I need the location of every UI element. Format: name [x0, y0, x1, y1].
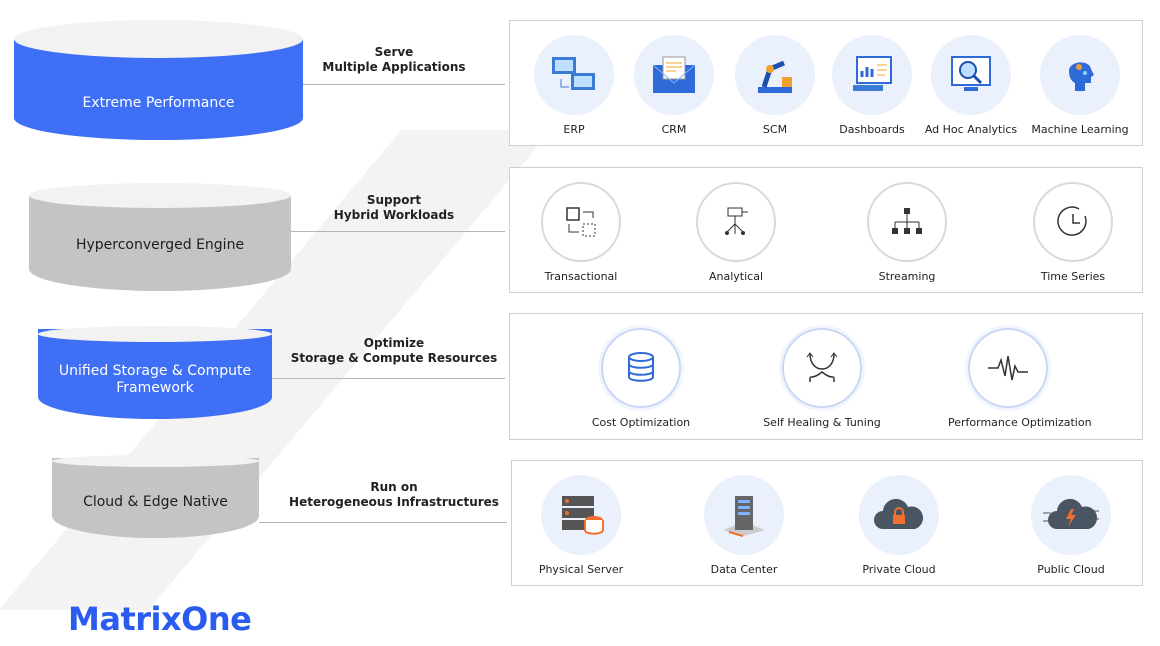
item-transactional: Transactional [521, 182, 641, 283]
item-performance-optimization: Performance Optimization [948, 328, 1092, 429]
item-cost-optimization: Cost Optimization [581, 328, 701, 429]
layer-cloud-edge-native: Cloud & Edge Native [52, 455, 259, 538]
coin-stack-icon [601, 328, 681, 408]
item-machine-learning: Machine Learning [1020, 35, 1140, 136]
matrixone-logo: MatrixOne [68, 600, 252, 638]
item-private-cloud: Private Cloud [839, 475, 959, 576]
scm-robot-arm-icon [735, 35, 815, 115]
item-physical-server: Physical Server [521, 475, 641, 576]
item-time-series: Time Series [1013, 182, 1133, 283]
erp-computers-icon [534, 35, 614, 115]
layer-unified-storage: Unified Storage & Compute Framework [38, 326, 272, 419]
connector-line [259, 522, 507, 523]
item-self-healing: Self Healing & Tuning [762, 328, 882, 429]
analytical-icon [696, 182, 776, 262]
ml-head-icon [1040, 35, 1120, 115]
private-cloud-icon [859, 475, 939, 555]
item-streaming: Streaming [847, 182, 967, 283]
hierarchy-icon [867, 182, 947, 262]
infrastructure-panel: Physical Server Data Center Private Clou… [511, 460, 1143, 586]
caption-serve: Serve Multiple Applications [322, 45, 466, 74]
data-center-icon [704, 475, 784, 555]
applications-panel: ERP CRM SCM Dashboards Ad Hoc Analytics … [509, 20, 1143, 146]
server-icon [541, 475, 621, 555]
waveform-icon [968, 328, 1048, 408]
workloads-panel: Transactional Analytical Streaming Time … [509, 167, 1143, 293]
item-analytical: Analytical [676, 182, 796, 283]
caption-run-on: Run on Heterogeneous Infrastructures [289, 480, 499, 509]
item-data-center: Data Center [684, 475, 804, 576]
connector-line [303, 84, 505, 85]
caption-support: Support Hybrid Workloads [333, 193, 455, 222]
item-public-cloud: Public Cloud [1011, 475, 1131, 576]
dashboard-icon [832, 35, 912, 115]
caption-optimize: Optimize Storage & Compute Resources [290, 336, 498, 365]
connector-line [291, 231, 505, 232]
crm-envelope-icon [634, 35, 714, 115]
arrows-icon [782, 328, 862, 408]
transaction-icon [541, 182, 621, 262]
resources-panel: Cost Optimization Self Healing & Tuning … [509, 313, 1143, 440]
connector-line [272, 378, 505, 379]
layer-extreme-performance: Extreme Performance [14, 20, 303, 140]
analytics-magnifier-icon [931, 35, 1011, 115]
item-ad-hoc-analytics: Ad Hoc Analytics [911, 35, 1031, 136]
clock-icon [1033, 182, 1113, 262]
public-cloud-icon [1031, 475, 1111, 555]
layer-hyperconverged-engine: Hyperconverged Engine [29, 183, 291, 291]
